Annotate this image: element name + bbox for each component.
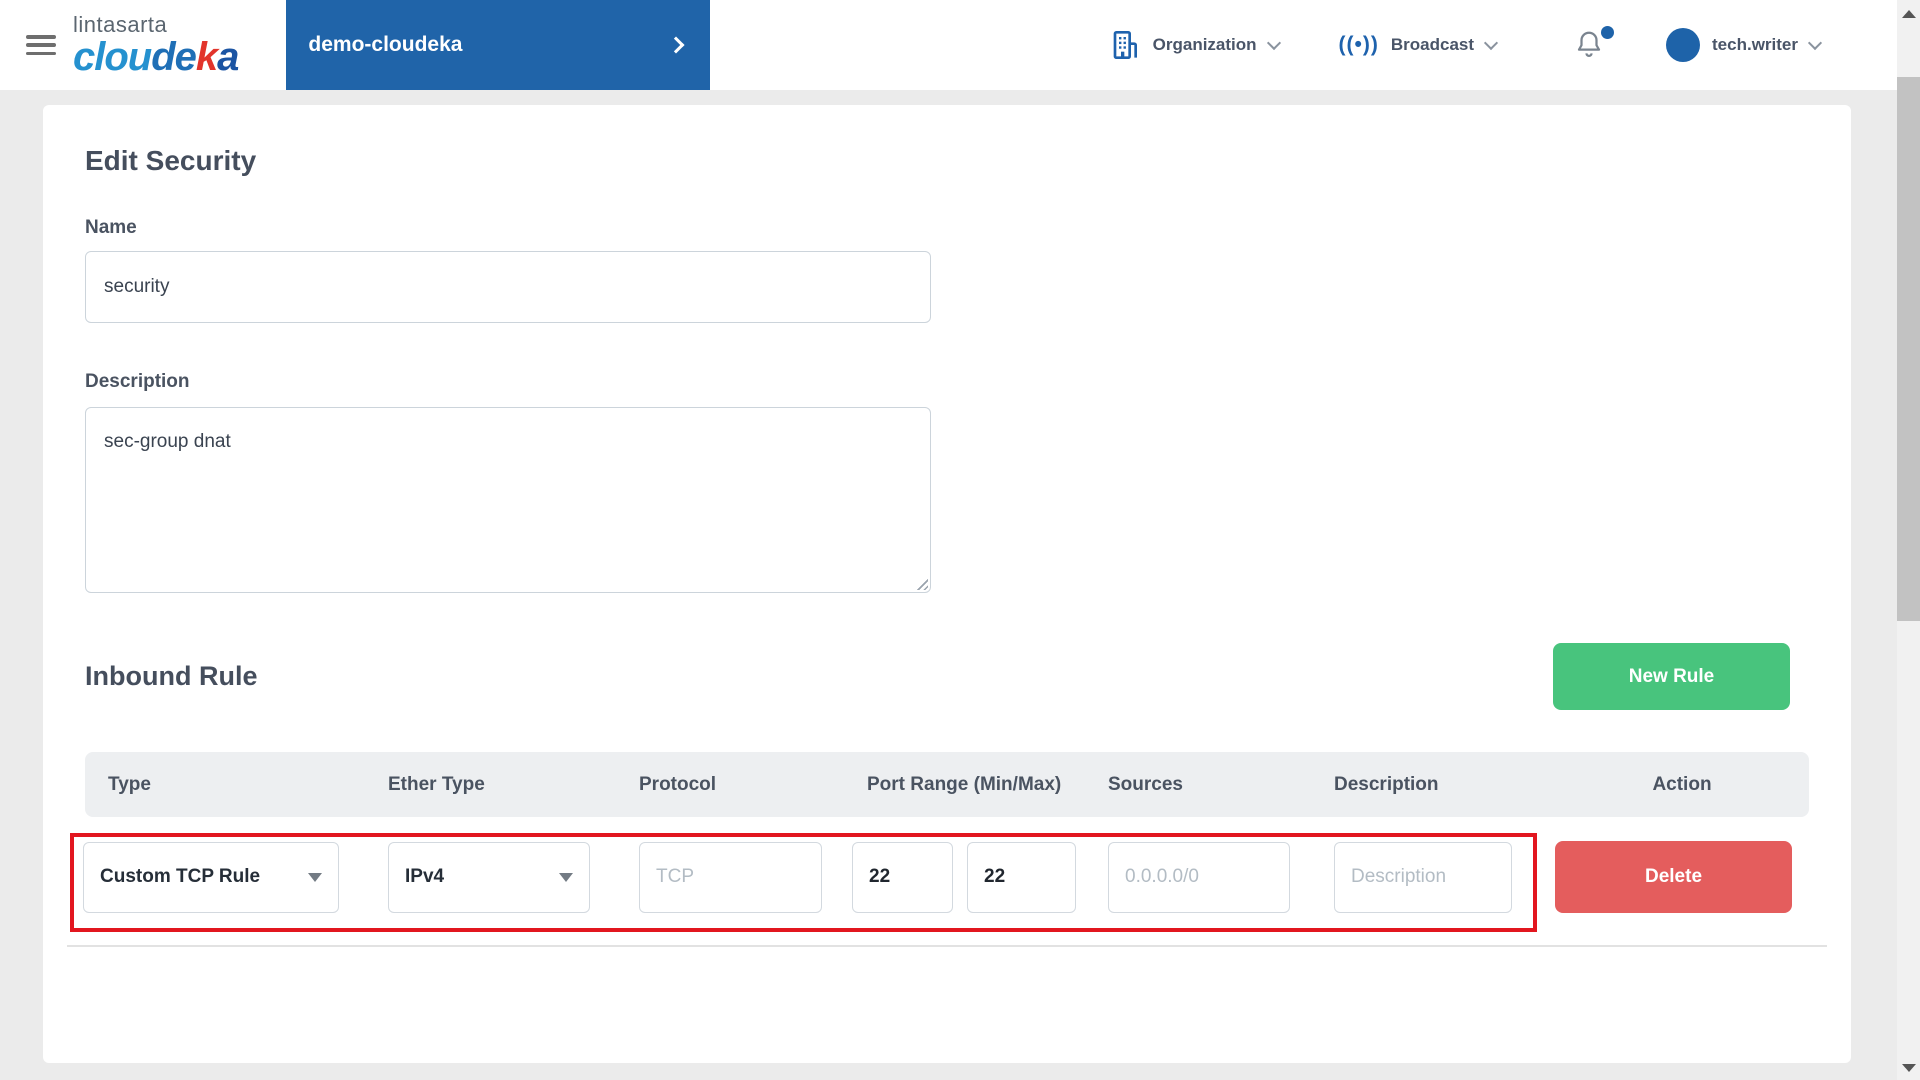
top-header: lintasarta cloudeka demo-cloudeka Organi…: [0, 0, 1920, 90]
scroll-up-arrow-icon[interactable]: [1902, 10, 1916, 18]
broadcast-dropdown[interactable]: ((•)) Broadcast: [1339, 33, 1496, 57]
main-content: Edit Security Name Description sec-group…: [0, 105, 1897, 1063]
avatar: [1666, 28, 1700, 62]
broadcast-icon: ((•)): [1339, 33, 1379, 57]
column-header-sources: Sources: [1108, 774, 1334, 796]
building-icon: [1109, 28, 1141, 62]
delete-rule-button[interactable]: Delete: [1555, 841, 1792, 913]
rules-table-header: Type Ether Type Protocol Port Range (Min…: [85, 752, 1809, 817]
user-menu[interactable]: tech.writer: [1666, 28, 1820, 62]
column-header-action: Action: [1555, 774, 1809, 796]
scroll-down-arrow-icon[interactable]: [1902, 1064, 1916, 1072]
column-header-type: Type: [85, 774, 388, 796]
column-header-description: Description: [1334, 774, 1555, 796]
column-header-ether-type: Ether Type: [388, 774, 639, 796]
logo-lintasarta-text: lintasarta: [73, 14, 238, 36]
column-header-protocol: Protocol: [639, 774, 852, 796]
notification-badge-dot: [1601, 26, 1614, 39]
port-min-input[interactable]: [852, 842, 953, 913]
description-textarea[interactable]: sec-group dnat: [85, 407, 931, 593]
caret-down-icon: [559, 873, 573, 882]
new-rule-button[interactable]: New Rule: [1553, 643, 1790, 710]
project-name-label: demo-cloudeka: [308, 33, 462, 57]
chevron-down-icon: [1808, 35, 1822, 49]
notifications-button[interactable]: [1574, 28, 1608, 62]
sources-input[interactable]: [1108, 842, 1290, 913]
ether-type-select[interactable]: IPv4: [388, 842, 590, 913]
brand-logo: lintasarta cloudeka: [73, 14, 238, 77]
description-field-label: Description: [85, 371, 1809, 393]
chevron-down-icon: [1484, 35, 1498, 49]
chevron-right-icon: [668, 37, 685, 54]
user-name-label: tech.writer: [1712, 35, 1798, 55]
chevron-down-icon: [1266, 35, 1280, 49]
vertical-scrollbar[interactable]: [1897, 0, 1920, 1080]
scrollbar-thumb[interactable]: [1897, 77, 1920, 621]
protocol-input[interactable]: [639, 842, 822, 913]
broadcast-label: Broadcast: [1391, 35, 1474, 55]
column-header-port-range: Port Range (Min/Max): [852, 774, 1108, 796]
name-field-label: Name: [85, 217, 1809, 239]
edit-security-card: Edit Security Name Description sec-group…: [43, 105, 1851, 1063]
project-selector-button[interactable]: demo-cloudeka: [286, 0, 710, 90]
divider: [67, 945, 1827, 947]
port-max-input[interactable]: [967, 842, 1076, 913]
inbound-rule-title: Inbound Rule: [85, 661, 257, 692]
organization-label: Organization: [1153, 35, 1257, 55]
page-title: Edit Security: [85, 145, 1809, 177]
logo-cloudeka-text: cloudeka: [73, 37, 238, 77]
rule-row: Custom TCP Rule IPv4: [85, 841, 1809, 913]
bell-icon: [1574, 28, 1604, 60]
caret-down-icon: [308, 873, 322, 882]
rule-type-select[interactable]: Custom TCP Rule: [83, 842, 339, 913]
name-input[interactable]: [85, 251, 931, 323]
rule-description-input[interactable]: [1334, 842, 1512, 913]
organization-dropdown[interactable]: Organization: [1109, 28, 1279, 62]
hamburger-menu-icon[interactable]: [26, 35, 56, 55]
